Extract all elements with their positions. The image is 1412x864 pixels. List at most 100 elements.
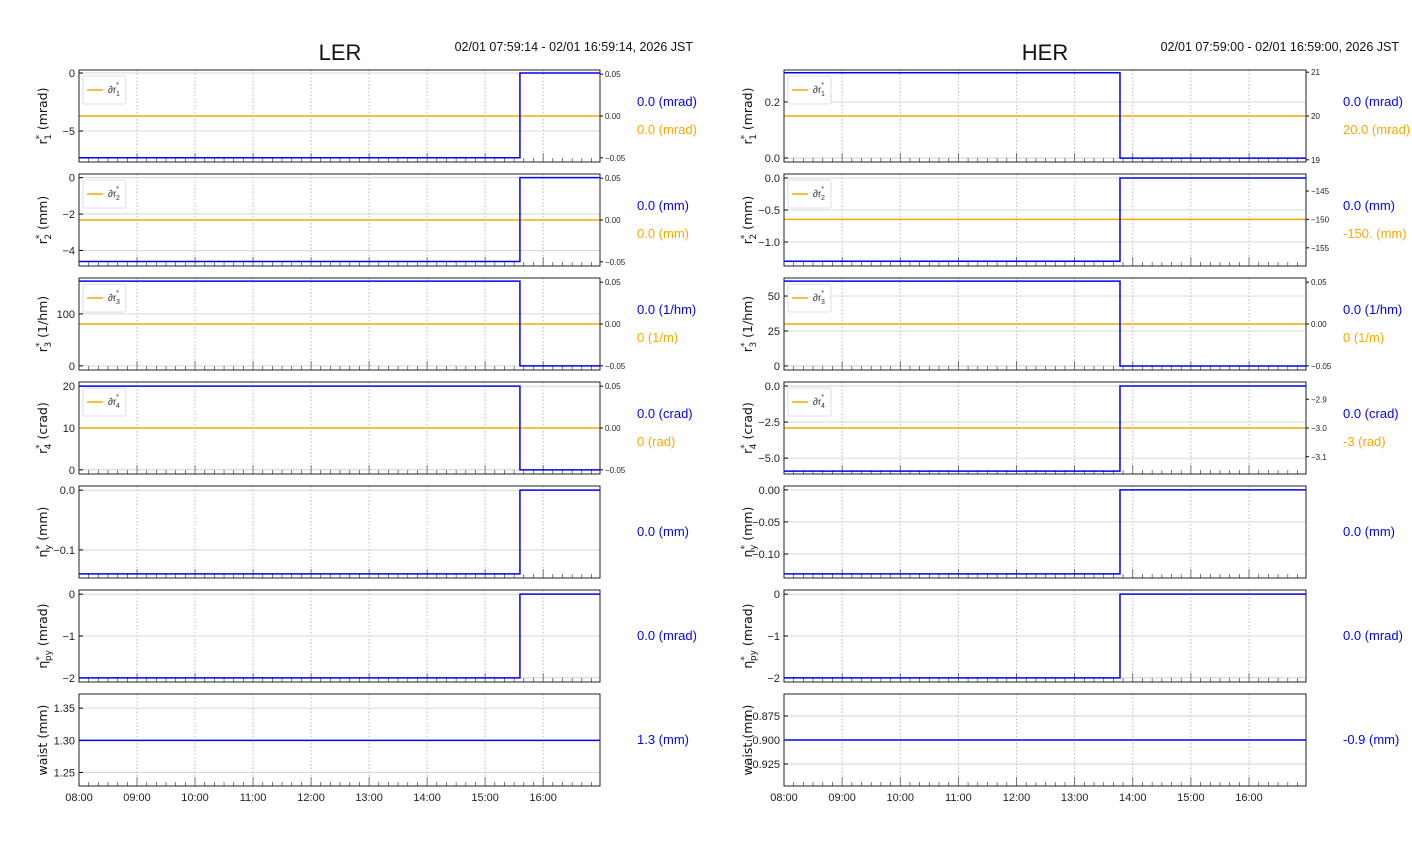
optics-monitor-figure: LER 02/01 07:59:14 - 02/01 16:59:14, 2026… (35, 40, 1410, 804)
x-tick-label: 15:00 (471, 792, 499, 804)
right-y-tick-label: 20 (1311, 112, 1320, 121)
y-tick-label: 0 (69, 68, 75, 80)
current-value-orange: 0 (rad) (637, 434, 675, 449)
current-value-orange: 0.0 (mrad) (637, 122, 697, 137)
subplot-y: 0.0 −0.1η*y (mm) 0.0 (mm) (35, 485, 689, 579)
current-value-blue: -0.9 (mm) (1343, 732, 1399, 747)
plot-frame (78, 485, 601, 579)
y-axis-label: r*4 (crad) (35, 402, 54, 454)
y-tick-label: 0.0 (765, 173, 780, 185)
y-axis-label: r*2 (mm) (740, 196, 759, 244)
panel-title: HER (1022, 40, 1068, 65)
subplot-py: 0 −1 −2 η*py (mrad) 0.0 (mrad) (35, 589, 697, 685)
current-value-blue: 0.0 (crad) (1343, 406, 1399, 421)
current-value-blue: 0.0 (mrad) (637, 94, 697, 109)
subplot-r2: 0.0 −0.5 −1.0 −145 −150 −155 ∂r* 2 r*2 (mm) 0.0 (… (740, 173, 1407, 267)
y-tick-label: 1.35 (54, 703, 75, 715)
subplot-r3: 100 0 0.05 0.00 −0.05 ∂r* 3 r*3 (1/hm) 0.0 (1/hm… (35, 277, 696, 373)
x-tick-label: 11:00 (945, 792, 972, 804)
y-tick-label: 100 (57, 309, 75, 321)
right-y-tick-label: −145 (1311, 187, 1330, 196)
current-value-blue: 0.0 (mm) (1343, 524, 1395, 539)
y-tick-label: 0 (69, 361, 75, 373)
right-y-tick-label: −0.05 (605, 258, 626, 267)
x-tick-label: 12:00 (297, 792, 325, 804)
y-tick-label: 0.00 (759, 485, 780, 497)
subplot-waist: 1.35 1.30 1.25 waist (mm) 1.3 (mm) 08:00 09:00… (35, 693, 689, 804)
right-y-tick-label: 0.00 (1311, 320, 1327, 329)
time-range: 02/01 07:59:00 - 02/01 16:59:00, 2026 JS… (1161, 40, 1400, 54)
subplot-r2: 0 −2 −4 0.05 0.00 −0.05 ∂r* 2 r*2 (mm) 0.0 (mm) 0.… (35, 173, 689, 267)
y-tick-label: −2 (767, 673, 780, 685)
legend: ∂r* 4 (82, 387, 127, 417)
y-tick-label: −2 (62, 209, 75, 221)
right-y-tick-label: −150 (1311, 215, 1330, 224)
current-value-blue: 0.0 (mm) (637, 524, 689, 539)
y-tick-label: 0 (774, 361, 780, 373)
current-value-blue: 0.0 (mm) (1343, 198, 1395, 213)
x-tick-label: 08:00 (65, 792, 93, 804)
right-y-tick-label: 21 (1311, 68, 1320, 77)
current-value-orange: 0 (1/m) (637, 330, 678, 345)
legend: ∂r* 1 (787, 75, 832, 105)
right-y-tick-label: −3.1 (1311, 453, 1327, 462)
right-y-tick-label: −3.0 (1311, 424, 1327, 433)
y-tick-label: −1 (767, 631, 780, 643)
y-tick-label: 0.0 (765, 381, 780, 393)
right-y-tick-label: −0.05 (605, 362, 626, 371)
legend: ∂r* 3 (787, 283, 832, 313)
right-y-tick-label: −0.05 (605, 466, 626, 475)
y-tick-label: 0 (69, 465, 75, 477)
x-tick-label: 11:00 (240, 792, 267, 804)
y-tick-label: −2 (62, 673, 75, 685)
y-tick-label: −2.5 (758, 417, 780, 429)
y-tick-label: 1.30 (54, 735, 75, 747)
legend: ∂r* 2 (82, 179, 127, 209)
y-tick-label: 0 (69, 173, 75, 185)
current-value-orange: 0.0 (mm) (637, 226, 689, 241)
y-axis-label: r*2 (mm) (35, 196, 54, 244)
subplot-r1: 0 −5 0.05 0.00 −0.05 ∂r* 1 r*1 (mrad) 0.0 (mrad)… (35, 68, 697, 163)
legend: ∂r* 4 (787, 387, 832, 417)
x-tick-label: 10:00 (181, 792, 209, 804)
y-tick-label: 50 (768, 291, 780, 303)
right-y-tick-label: 0.00 (605, 424, 621, 433)
right-y-tick-label: 0.05 (1311, 278, 1327, 287)
x-tick-label: 16:00 (529, 792, 557, 804)
y-tick-label: −0.05 (752, 517, 780, 529)
y-axis-label: r*1 (mrad) (35, 87, 54, 144)
current-value-blue: 0.0 (1/hm) (1343, 302, 1402, 317)
subplot-r1: 0.2 0.0 21 20 19 ∂r* 1 r*1 (mrad) 0.0 (mrad) 20.0… (740, 68, 1410, 165)
subplot-y: 0.00−0.05−0.10η*y (mm) 0.0 (mm) (740, 485, 1395, 579)
x-tick-label: 14:00 (1119, 792, 1147, 804)
y-tick-label: −5.0 (758, 453, 780, 465)
current-value-blue: 0.0 (mrad) (637, 628, 697, 643)
current-value-orange: -3 (rad) (1343, 434, 1386, 449)
x-tick-label: 13:00 (1061, 792, 1089, 804)
y-tick-label: −1.0 (758, 237, 780, 249)
x-tick-label: 15:00 (1177, 792, 1205, 804)
right-y-tick-label: 0.05 (605, 382, 621, 391)
current-value-blue: 0.0 (1/hm) (637, 302, 696, 317)
right-y-tick-label: 0.00 (605, 216, 621, 225)
y-tick-label: −0.5 (758, 205, 780, 217)
blue-series-line (79, 489, 600, 575)
current-value-orange: -150. (mm) (1343, 226, 1407, 241)
panel-title: LER (319, 40, 362, 65)
y-axis-label: η*y (mm) (740, 507, 759, 558)
current-value-blue: 0.0 (crad) (637, 406, 693, 421)
x-tick-label: 16:00 (1235, 792, 1263, 804)
subplot-r4: 0.0 −2.5 −5.0 −2.9 −3.0 −3.1 ∂r* 4 r*4 (crad) 0.0… (740, 381, 1399, 475)
current-value-blue: 0.0 (mm) (637, 198, 689, 213)
y-axis-label: r*1 (mrad) (740, 87, 759, 144)
y-tick-label: 0.0 (765, 153, 780, 165)
y-tick-label: 0 (774, 589, 780, 601)
y-tick-label: −4 (62, 246, 75, 258)
current-value-blue: 1.3 (mm) (637, 732, 689, 747)
blue-series-line (784, 489, 1306, 575)
panel-ler: LER 02/01 07:59:14 - 02/01 16:59:14, 2026… (35, 40, 697, 804)
subplot-r4: 20 10 0 0.05 0.00 −0.05 ∂r* 4 r*4 (crad) 0.0 (cra… (35, 381, 693, 477)
y-tick-label: −0.1 (53, 545, 75, 557)
x-tick-label: 09:00 (828, 792, 856, 804)
x-tick-label: 09:00 (123, 792, 151, 804)
